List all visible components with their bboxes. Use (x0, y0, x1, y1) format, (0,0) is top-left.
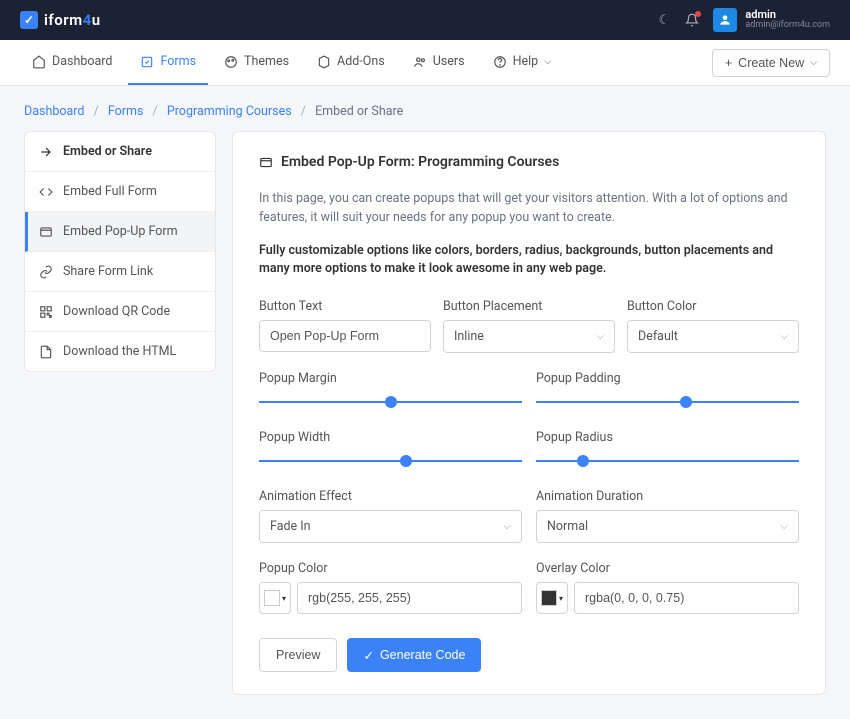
themes-icon (224, 55, 238, 69)
download-icon (39, 345, 53, 359)
popup-margin-slider[interactable] (259, 392, 522, 412)
chevron-down-icon: ⌵ (544, 57, 551, 67)
link-icon (39, 265, 53, 279)
nav-themes[interactable]: Themes (212, 40, 301, 85)
window-icon (39, 225, 53, 239)
main-panel: Embed Pop-Up Form: Programming Courses I… (232, 131, 826, 695)
animation-effect-select[interactable]: Fade In ⌵ (259, 510, 522, 543)
breadcrumb-current: Embed or Share (315, 104, 403, 119)
addons-icon (317, 55, 331, 69)
color-box (541, 590, 557, 606)
logo-text: iform4u (44, 11, 101, 29)
breadcrumb-forms[interactable]: Forms (108, 104, 144, 119)
animation-duration-select[interactable]: Normal ⌵ (536, 510, 799, 543)
chevron-down-icon: ⌵ (780, 521, 788, 532)
popup-margin-label: Popup Margin (259, 371, 522, 386)
logo[interactable]: ✓ iform4u (20, 11, 101, 29)
qr-icon (39, 305, 53, 319)
chevron-down-icon: ⌵ (780, 331, 788, 342)
popup-color-input[interactable] (297, 582, 522, 614)
button-color-label: Button Color (627, 299, 799, 314)
nav-dashboard[interactable]: Dashboard (20, 40, 124, 85)
nav-forms[interactable]: Forms (128, 40, 208, 85)
overlay-color-swatch[interactable]: ▾ (536, 582, 568, 614)
overlay-color-label: Overlay Color (536, 561, 799, 576)
admin-email: admin@iform4u.com (745, 21, 830, 31)
color-box (264, 590, 280, 606)
sidebar-header: Embed or Share (25, 132, 215, 172)
generate-code-button[interactable]: ✓ Generate Code (347, 638, 481, 672)
breadcrumb: Dashboard / Forms / Programming Courses … (0, 86, 850, 131)
sidebar-item-full-form[interactable]: Embed Full Form (25, 172, 215, 212)
slider-thumb[interactable] (400, 455, 412, 467)
home-icon (32, 55, 46, 69)
popup-color-swatch[interactable]: ▾ (259, 582, 291, 614)
nav-users[interactable]: Users (401, 40, 477, 85)
animation-duration-label: Animation Duration (536, 489, 799, 504)
theme-toggle-icon[interactable]: ☾ (657, 13, 671, 27)
button-text-label: Button Text (259, 299, 431, 314)
user-menu[interactable]: admin admin@iform4u.com (713, 8, 830, 32)
share-icon (39, 145, 53, 159)
preview-button[interactable]: Preview (259, 638, 337, 672)
sidebar-item-share-link[interactable]: Share Form Link (25, 252, 215, 292)
button-placement-select[interactable]: Inline ⌵ (443, 320, 615, 353)
notifications-icon[interactable] (685, 13, 699, 27)
logo-mark-icon: ✓ (20, 11, 38, 29)
slider-thumb[interactable] (385, 396, 397, 408)
sidebar-item-qr[interactable]: Download QR Code (25, 292, 215, 332)
chevron-down-icon: ⌵ (810, 57, 817, 68)
nav-help[interactable]: Help ⌵ (481, 40, 563, 85)
chevron-down-icon: ⌵ (503, 521, 511, 532)
button-placement-label: Button Placement (443, 299, 615, 314)
page-title: Embed Pop-Up Form: Programming Courses (281, 154, 559, 170)
users-icon (413, 55, 427, 69)
overlay-color-input[interactable] (574, 582, 799, 614)
forms-icon (140, 55, 154, 69)
breadcrumb-course[interactable]: Programming Courses (167, 104, 292, 119)
popup-color-label: Popup Color (259, 561, 522, 576)
intro-text: In this page, you can create popups that… (259, 190, 799, 228)
slider-thumb[interactable] (680, 396, 692, 408)
button-color-select[interactable]: Default ⌵ (627, 320, 799, 353)
button-text-input[interactable] (259, 320, 431, 352)
plus-icon: + (725, 56, 732, 70)
sidebar: Embed or Share Embed Full Form Embed Pop… (24, 131, 216, 372)
sidebar-item-popup-form[interactable]: Embed Pop-Up Form (25, 212, 215, 252)
popup-radius-label: Popup Radius (536, 430, 799, 445)
window-icon (259, 155, 273, 169)
sidebar-item-html[interactable]: Download the HTML (25, 332, 215, 371)
popup-padding-slider[interactable] (536, 392, 799, 412)
chevron-down-icon: ⌵ (596, 331, 604, 342)
sub-intro-text: Fully customizable options like colors, … (259, 242, 799, 280)
popup-radius-slider[interactable] (536, 451, 799, 471)
popup-width-slider[interactable] (259, 451, 522, 471)
help-icon (493, 55, 507, 69)
popup-width-label: Popup Width (259, 430, 522, 445)
code-icon (39, 185, 53, 199)
animation-effect-label: Animation Effect (259, 489, 522, 504)
check-icon: ✓ (363, 648, 373, 663)
breadcrumb-dashboard[interactable]: Dashboard (24, 104, 84, 119)
avatar (713, 8, 737, 32)
slider-thumb[interactable] (577, 455, 589, 467)
create-new-button[interactable]: + Create New ⌵ (712, 49, 830, 77)
popup-padding-label: Popup Padding (536, 371, 799, 386)
nav-addons[interactable]: Add-Ons (305, 40, 397, 85)
